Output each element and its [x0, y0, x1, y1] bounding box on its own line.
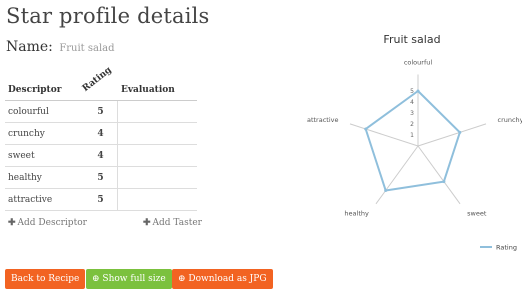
- table-row: colourful 5: [5, 100, 197, 123]
- add-descriptor-label: Add Descriptor: [17, 218, 87, 228]
- legend-label: Rating: [496, 244, 517, 252]
- name-row: Name: Fruit salad: [6, 39, 115, 55]
- radar-point: [442, 180, 446, 184]
- rating-cell: 5: [83, 100, 118, 123]
- descriptor-header: Descriptor: [5, 80, 84, 101]
- table-row: attractive 5: [5, 188, 197, 211]
- rating-cell: 5: [83, 188, 118, 211]
- evaluation-header: Evaluation: [117, 80, 197, 101]
- descriptor-cell: colourful: [5, 100, 84, 123]
- rating-header: Rating: [81, 65, 118, 101]
- evaluation-cell[interactable]: [117, 100, 197, 123]
- evaluation-cell[interactable]: [117, 188, 197, 211]
- radar-axis-label: healthy: [344, 210, 369, 218]
- show-full-size-label: Show full size: [102, 274, 166, 284]
- plus-icon: ✚: [143, 218, 151, 228]
- table-row: healthy 5: [5, 166, 197, 189]
- radar-scale-label: 3: [410, 110, 414, 117]
- add-descriptor-link[interactable]: ✚ Add Descriptor: [8, 218, 87, 228]
- radar-point: [416, 89, 420, 93]
- rating-cell: 5: [83, 166, 118, 189]
- back-to-recipe-label: Back to Recipe: [11, 274, 80, 284]
- evaluation-cell[interactable]: [117, 122, 197, 145]
- radar-axis-label: crunchy: [498, 116, 522, 124]
- table-header: Descriptor Rating Evaluation: [5, 65, 197, 101]
- radar-axis-label: colourful: [404, 58, 433, 66]
- evaluation-cell[interactable]: [117, 144, 197, 167]
- radar-axis-label: sweet: [467, 210, 487, 218]
- plus-icon: ✚: [8, 218, 16, 228]
- radar-point: [384, 188, 388, 192]
- radar-point: [458, 130, 462, 134]
- descriptor-cell: sweet: [5, 144, 84, 167]
- radar-spoke: [417, 145, 461, 205]
- radar-spoke: [375, 145, 419, 205]
- name-value: Fruit salad: [59, 43, 115, 54]
- table-row: sweet 4: [5, 144, 197, 167]
- download-jpg-label: Download as JPG: [188, 274, 267, 284]
- download-icon: ⊕: [178, 274, 186, 284]
- add-taster-label: Add Taster: [152, 218, 202, 228]
- radar-point: [364, 127, 368, 131]
- table-row: crunchy 4: [5, 122, 197, 145]
- radar-scale-label: 1: [410, 132, 414, 139]
- radar-spoke: [349, 123, 419, 147]
- page-title: Star profile details: [6, 4, 210, 28]
- back-to-recipe-button[interactable]: Back to Recipe: [5, 269, 86, 289]
- evaluation-cell[interactable]: [117, 166, 197, 189]
- descriptor-cell: crunchy: [5, 122, 84, 145]
- radar-chart: 12345colourfulcrunchysweethealthyattract…: [307, 58, 522, 252]
- zoom-icon: ⊕: [92, 274, 100, 284]
- show-full-size-button[interactable]: ⊕ Show full size: [86, 269, 172, 289]
- add-taster-link[interactable]: ✚ Add Taster: [143, 218, 202, 228]
- radar-spoke: [417, 123, 487, 147]
- radar-axis-label: attractive: [307, 116, 339, 124]
- download-jpg-button[interactable]: ⊕ Download as JPG: [172, 269, 273, 289]
- rating-header-label: Rating: [81, 65, 115, 94]
- descriptor-cell: healthy: [5, 166, 84, 189]
- descriptor-table: Descriptor Rating Evaluation colourful 5…: [5, 65, 197, 211]
- name-label: Name:: [6, 39, 53, 55]
- rating-cell: 4: [83, 144, 118, 167]
- descriptor-cell: attractive: [5, 188, 84, 211]
- rating-cell: 4: [83, 122, 118, 145]
- radar-scale-label: 2: [410, 121, 414, 128]
- radar-scale-label: 4: [410, 99, 414, 106]
